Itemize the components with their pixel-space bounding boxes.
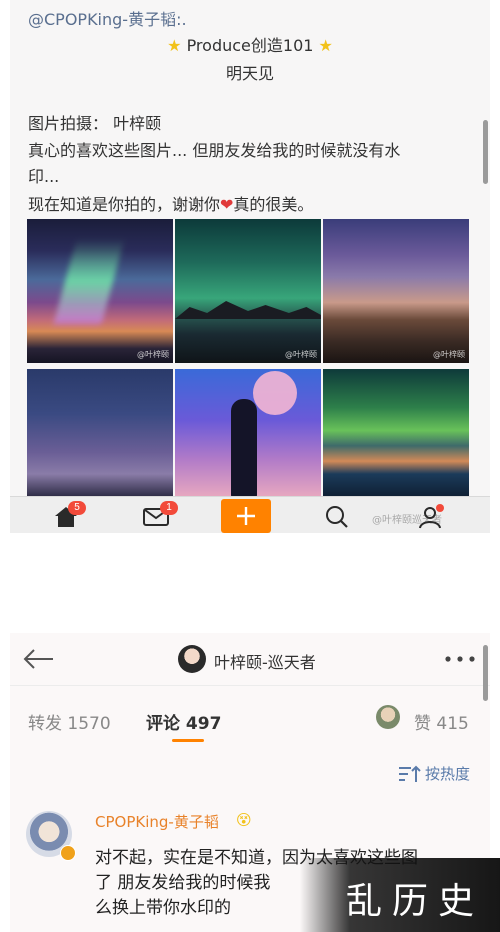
photo-aurora-lake[interactable]: @叶梓颐 [27, 219, 173, 363]
post-photo-credit: 图片拍摄： 叶梓颐 [28, 114, 162, 133]
tab-like[interactable]: 赞 415 [414, 709, 469, 734]
post-body-line: 印... [28, 167, 60, 186]
planet-shape [253, 371, 297, 415]
tab-messages[interactable]: 1 [136, 501, 178, 531]
dizzy-face-emoji-icon: 😵 [236, 811, 252, 829]
nav-title: 叶梓颐-巡天者 [214, 653, 316, 672]
mountain-silhouette [175, 301, 321, 319]
commenter-username[interactable]: CPOPKing-黄子韬 [95, 811, 219, 832]
photo-aurora-mountains[interactable]: @叶梓颐 [175, 219, 321, 363]
site-logo-overlay: 乱历史 [300, 858, 500, 932]
weibo-post-screenshot: @CPOPKing-黄子韬:. ★ Produce创造101 ★ 明天见 图片拍… [10, 0, 490, 533]
post-title-line: ★ Produce创造101 ★ [10, 32, 490, 56]
photo-watermark: @叶梓颐 [433, 350, 465, 359]
person-silhouette [231, 399, 257, 497]
comment-text-line: 么换上带你水印的 [95, 898, 231, 918]
liker-avatar [376, 705, 400, 729]
bottom-tab-bar: 5 1 @叶梓颐巡天者 [10, 496, 490, 533]
star-emoji-icon: ★ [167, 36, 182, 55]
tab-repost[interactable]: 转发 1570 [28, 709, 111, 734]
photo-illustration-figure[interactable] [175, 369, 321, 497]
sort-label: 按热度 [424, 765, 470, 783]
avatar[interactable] [178, 645, 206, 673]
photo-milky-way-night[interactable] [27, 369, 173, 497]
post-body-line: 真心的喜欢这些图片... 但朋友发给我的时候就没有水 [28, 141, 401, 160]
tab-compose[interactable] [221, 499, 271, 533]
active-tab-indicator [172, 739, 204, 742]
more-button[interactable] [442, 645, 478, 673]
post-body-line: 现在知道是你拍的，谢谢你❤真的很美。 [28, 191, 313, 215]
search-icon [326, 506, 348, 528]
photo-aurora-horizon[interactable] [323, 369, 469, 497]
aurora-glow [53, 239, 125, 324]
photo-watermark: @叶梓颐 [285, 350, 317, 359]
tab-comment[interactable]: 评论 497 [146, 709, 221, 734]
photo-milky-way-desert[interactable]: @叶梓颐 [323, 219, 469, 363]
tab-profile[interactable] [410, 503, 450, 531]
top-nav-bar: 叶梓颐-巡天者 [10, 633, 490, 701]
logo-text: 乱历史 [346, 881, 485, 922]
heart-emoji-icon: ❤ [220, 195, 234, 214]
notification-dot [436, 504, 444, 512]
notification-badge: 5 [68, 501, 86, 515]
tab-discover[interactable] [317, 503, 357, 531]
tab-home[interactable]: 5 [46, 501, 86, 531]
comment-text-line: 了 朋友发给我的时候我 [95, 873, 271, 893]
sort-icon [398, 765, 421, 782]
sort-by-hot-button[interactable]: 按热度 [397, 763, 470, 784]
scrollbar[interactable] [483, 120, 488, 184]
verified-badge-icon [60, 845, 76, 861]
post-title-text: Produce创造101 [186, 36, 314, 55]
post-mention[interactable]: @CPOPKing-黄子韬:. [28, 6, 187, 30]
photo-watermark: @叶梓颐 [137, 350, 169, 359]
compose-icon [237, 507, 255, 525]
star-emoji-icon: ★ [318, 36, 333, 55]
post-body-text: 真的很美。 [233, 195, 314, 214]
more-dots-icon [445, 656, 475, 662]
back-arrow-icon [23, 649, 53, 669]
back-button[interactable] [20, 643, 56, 675]
post-body-text: 现在知道是你拍的，谢谢你 [28, 195, 221, 214]
notification-badge: 1 [160, 501, 178, 515]
post-subtitle: 明天见 [225, 64, 274, 83]
post-stats-bar: 转发 1570 评论 497 赞 415 [10, 685, 490, 745]
